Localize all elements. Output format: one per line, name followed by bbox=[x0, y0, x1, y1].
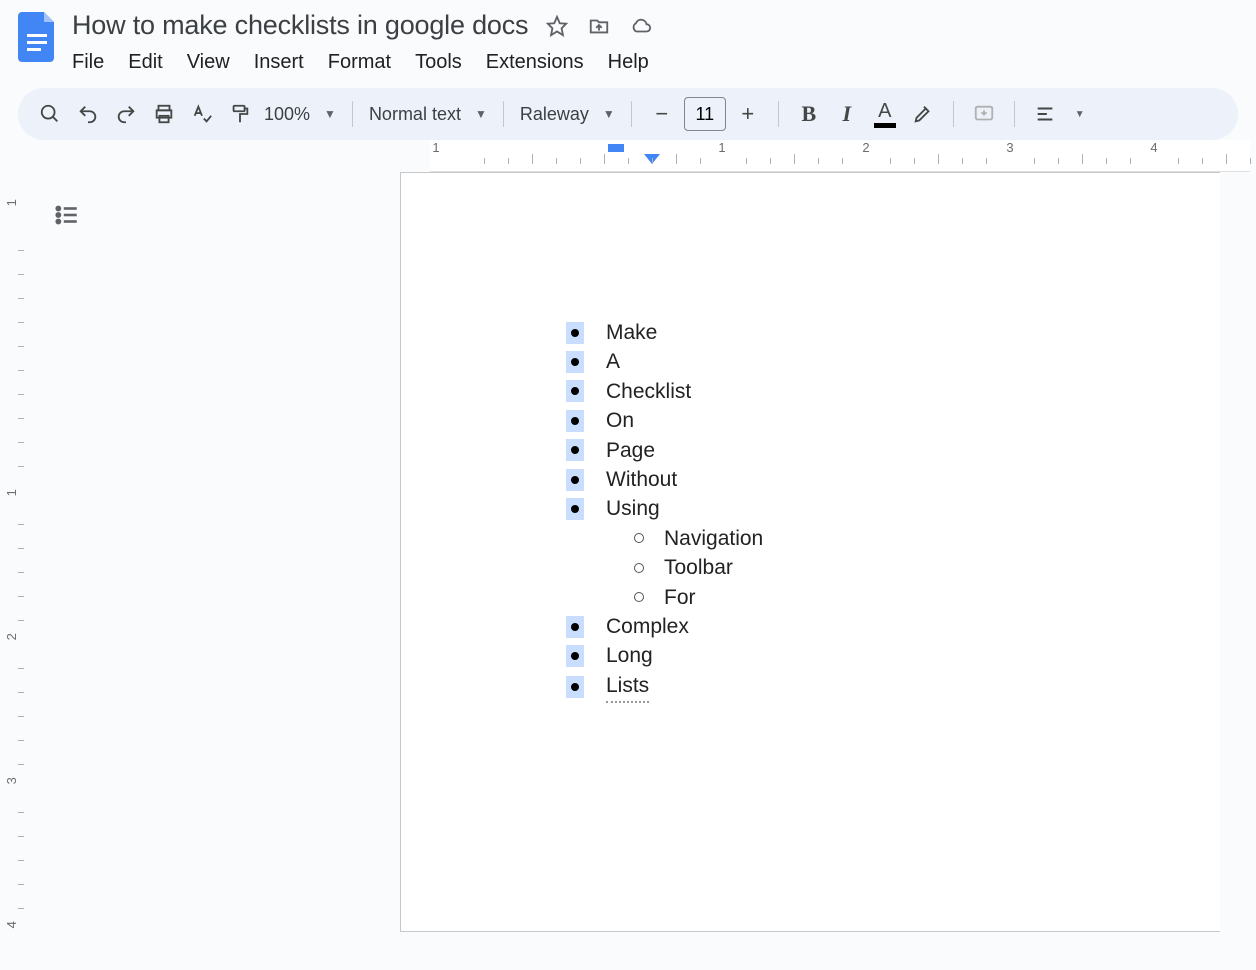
menu-edit[interactable]: Edit bbox=[128, 51, 162, 74]
print-icon[interactable] bbox=[150, 100, 178, 128]
bullet-icon bbox=[566, 616, 584, 638]
list-item-text[interactable]: Without bbox=[606, 465, 677, 494]
circle-bullet-icon bbox=[634, 533, 644, 543]
chevron-down-icon[interactable]: ▼ bbox=[1075, 109, 1085, 120]
header: How to make checklists in google docs Fi… bbox=[0, 0, 1256, 74]
font-size-decrease-button[interactable]: − bbox=[648, 100, 676, 128]
list-item[interactable]: Make bbox=[566, 318, 1220, 347]
undo-icon[interactable] bbox=[74, 100, 102, 128]
separator bbox=[953, 101, 954, 127]
document-page[interactable]: MakeAChecklistOnPageWithoutUsingNavigati… bbox=[400, 172, 1220, 932]
list-item[interactable]: A bbox=[566, 347, 1220, 376]
list-item-text[interactable]: On bbox=[606, 406, 634, 435]
paragraph-style-dropdown[interactable]: Normal text ▼ bbox=[369, 104, 487, 125]
font-value: Raleway bbox=[520, 104, 589, 125]
cloud-status-icon[interactable] bbox=[630, 15, 652, 37]
list-item-text[interactable]: Long bbox=[606, 641, 653, 670]
menu-view[interactable]: View bbox=[187, 51, 230, 74]
list-item-text[interactable]: Make bbox=[606, 318, 657, 347]
bullet-icon bbox=[566, 322, 584, 344]
bullet-icon bbox=[566, 676, 584, 698]
chevron-down-icon: ▼ bbox=[603, 107, 615, 121]
italic-button[interactable]: I bbox=[833, 100, 861, 128]
menu-tools[interactable]: Tools bbox=[415, 51, 462, 74]
chevron-down-icon: ▼ bbox=[475, 107, 487, 121]
list-subitem[interactable]: Navigation bbox=[634, 524, 1220, 553]
redo-icon[interactable] bbox=[112, 100, 140, 128]
menu-extensions[interactable]: Extensions bbox=[486, 51, 584, 74]
paint-format-icon[interactable] bbox=[226, 100, 254, 128]
list-item-text[interactable]: Page bbox=[606, 436, 655, 465]
separator bbox=[778, 101, 779, 127]
circle-bullet-icon bbox=[634, 592, 644, 602]
bullet-icon bbox=[566, 469, 584, 491]
toolbar: 100% ▼ Normal text ▼ Raleway ▼ − + B I A bbox=[18, 88, 1238, 140]
bullet-icon bbox=[566, 439, 584, 461]
paragraph-style-value: Normal text bbox=[369, 104, 461, 125]
outline-panel bbox=[0, 172, 400, 932]
move-icon[interactable] bbox=[588, 15, 610, 37]
list-subitem[interactable]: For bbox=[634, 583, 1220, 612]
list-item[interactable]: Checklist bbox=[566, 377, 1220, 406]
list-item-text[interactable]: Lists bbox=[606, 671, 649, 703]
bold-button[interactable]: B bbox=[795, 100, 823, 128]
list-item-text[interactable]: Using bbox=[606, 494, 660, 523]
list-item[interactable]: Long bbox=[566, 641, 1220, 670]
list-item-text[interactable]: Complex bbox=[606, 612, 689, 641]
font-size-input[interactable] bbox=[684, 97, 726, 131]
align-button[interactable] bbox=[1031, 100, 1059, 128]
menu-insert[interactable]: Insert bbox=[254, 51, 304, 74]
highlight-color-button[interactable] bbox=[909, 100, 937, 128]
separator bbox=[352, 101, 353, 127]
docs-logo-icon[interactable] bbox=[18, 12, 58, 62]
list-item-text[interactable]: A bbox=[606, 347, 620, 376]
list-item[interactable]: Complex bbox=[566, 612, 1220, 641]
menu-help[interactable]: Help bbox=[608, 51, 649, 74]
ruler-number: 2 bbox=[862, 140, 869, 155]
menu-bar: File Edit View Insert Format Tools Exten… bbox=[72, 51, 652, 74]
first-line-indent-marker[interactable] bbox=[608, 144, 624, 152]
list-subitem[interactable]: Toolbar bbox=[634, 553, 1220, 582]
list-item[interactable]: Lists bbox=[566, 671, 1220, 703]
ruler-number: 3 bbox=[1006, 140, 1013, 155]
separator bbox=[503, 101, 504, 127]
search-icon[interactable] bbox=[36, 100, 64, 128]
bullet-icon bbox=[566, 351, 584, 373]
list-item[interactable]: Page bbox=[566, 436, 1220, 465]
ruler-number: 4 bbox=[1150, 140, 1157, 155]
bullet-icon bbox=[566, 645, 584, 667]
ruler-number: 1 bbox=[718, 140, 725, 155]
font-dropdown[interactable]: Raleway ▼ bbox=[520, 104, 615, 125]
separator bbox=[1014, 101, 1015, 127]
document-list[interactable]: MakeAChecklistOnPageWithoutUsingNavigati… bbox=[566, 318, 1220, 703]
bullet-icon bbox=[566, 498, 584, 520]
spellcheck-icon[interactable] bbox=[188, 100, 216, 128]
circle-bullet-icon bbox=[634, 563, 644, 573]
zoom-dropdown[interactable]: 100% ▼ bbox=[264, 104, 336, 125]
list-item[interactable]: Using bbox=[566, 494, 1220, 523]
outline-toggle-icon[interactable] bbox=[54, 202, 400, 233]
star-icon[interactable] bbox=[546, 15, 568, 37]
list-item-text[interactable]: Toolbar bbox=[664, 553, 733, 582]
zoom-value: 100% bbox=[264, 104, 310, 125]
menu-format[interactable]: Format bbox=[328, 51, 391, 74]
list-item-text[interactable]: Navigation bbox=[664, 524, 763, 553]
bullet-icon bbox=[566, 410, 584, 432]
horizontal-ruler[interactable]: 1 1 2 3 4 bbox=[30, 140, 1256, 172]
list-item-text[interactable]: For bbox=[664, 583, 696, 612]
insert-comment-button[interactable] bbox=[970, 100, 998, 128]
bullet-icon bbox=[566, 380, 584, 402]
separator bbox=[631, 101, 632, 127]
list-item[interactable]: Without bbox=[566, 465, 1220, 494]
list-item[interactable]: On bbox=[566, 406, 1220, 435]
list-item-text[interactable]: Checklist bbox=[606, 377, 691, 406]
menu-file[interactable]: File bbox=[72, 51, 104, 74]
font-size-increase-button[interactable]: + bbox=[734, 100, 762, 128]
document-title[interactable]: How to make checklists in google docs bbox=[72, 10, 528, 41]
ruler-number: 1 bbox=[432, 140, 439, 155]
text-color-button[interactable]: A bbox=[871, 100, 899, 128]
chevron-down-icon: ▼ bbox=[324, 107, 336, 121]
